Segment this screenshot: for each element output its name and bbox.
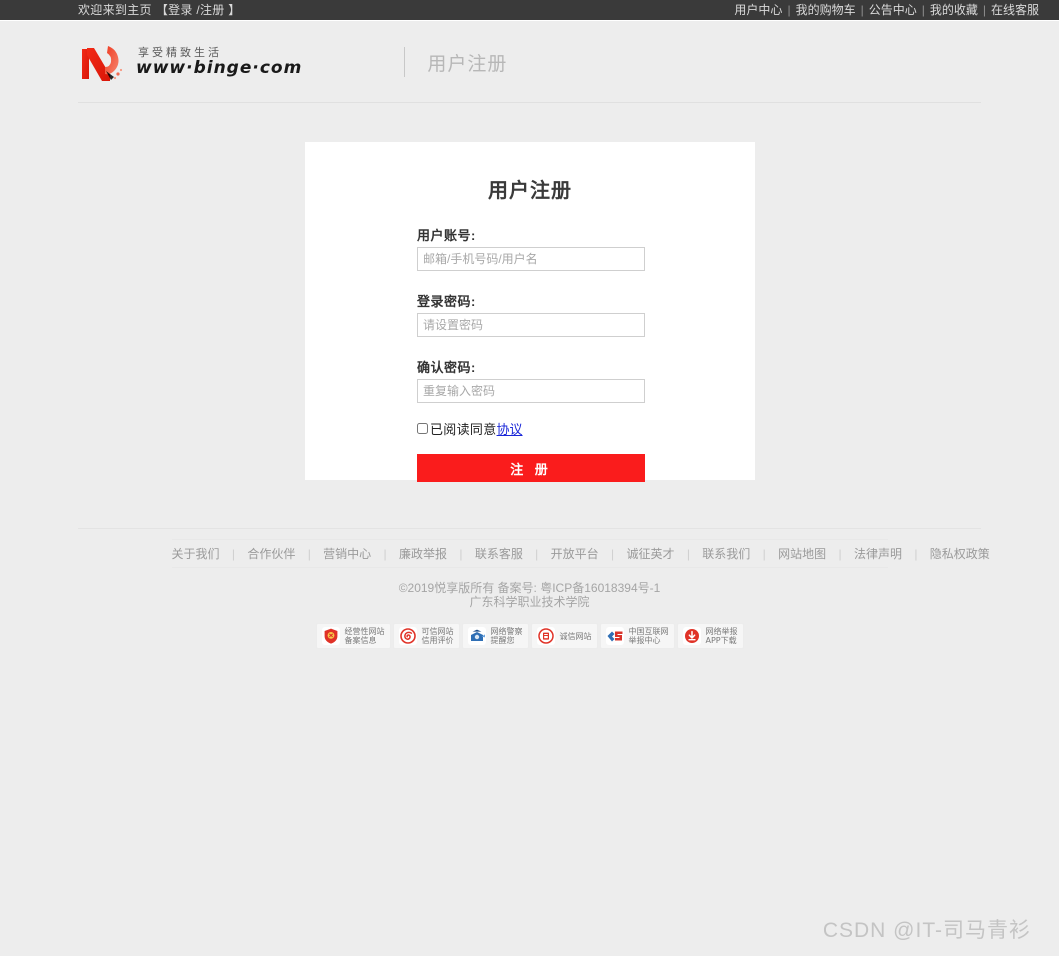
trusted-website-credit-icon [398, 627, 417, 645]
footer-separator: | [459, 547, 463, 561]
password-input[interactable] [417, 313, 645, 337]
footer-separator: | [231, 547, 235, 561]
badge-integrity-website[interactable]: 诚信网站 [530, 623, 598, 649]
register-submit-button[interactable]: 注 册 [417, 454, 645, 482]
copyright-line-1: ©2019悦享版所有 备案号: 粤ICP备16018394号-1 [398, 581, 661, 595]
copyright-line-2: 广东科学职业技术学院 [469, 595, 590, 609]
agreement-checkbox[interactable] [417, 423, 428, 434]
site-logo[interactable]: 享受精致生活 www·binge·com [78, 41, 302, 83]
site-header: 享受精致生活 www·binge·com 用户注册 [0, 21, 1059, 103]
field-password: 登录密码: [417, 291, 645, 337]
footer-top-rule [78, 528, 981, 529]
nav-separator: | [787, 2, 791, 17]
footer-separator: | [762, 547, 766, 561]
footer-link-sitemap[interactable]: 网站地图 [778, 547, 826, 561]
field-label-password: 登录密码: [417, 294, 476, 309]
footer-link-legal-notice[interactable]: 法律声明 [854, 547, 902, 561]
badge-china-internet-report-center[interactable]: 中国互联网 举报中心 [599, 623, 675, 649]
top-bar-welcome: 欢迎来到主页 【登录 /注册 】 [78, 0, 241, 21]
nav-separator: | [921, 2, 925, 17]
china-internet-report-center-icon [605, 627, 624, 645]
badge-label: 中国互联网 举报中心 [628, 627, 669, 645]
agreement-link[interactable]: 协议 [497, 419, 523, 438]
footer-separator: | [535, 547, 539, 561]
page-title: 用户注册 [427, 53, 508, 75]
agreement-row: 已阅读同意 协议 [417, 419, 643, 438]
nav-online-service[interactable]: 在线客服 [991, 0, 1039, 21]
badge-label: 经营性网站 备案信息 [344, 627, 385, 645]
footer-link-partners[interactable]: 合作伙伴 [247, 547, 295, 561]
footer-link-marketing-center[interactable]: 营销中心 [323, 547, 371, 561]
login-register-link[interactable]: 【登录 /注册 】 [156, 3, 241, 17]
binge-logo-mark-icon [78, 41, 126, 83]
footer-separator: | [838, 547, 842, 561]
site-footer: 关于我们 | 合作伙伴 | 营销中心 | 廉政举报 | 联系客服 | 开放平台 … [0, 528, 1059, 649]
footer-link-about-us[interactable]: 关于我们 [172, 547, 220, 561]
nav-separator: | [860, 2, 864, 17]
logo-tagline: 享受精致生活 [138, 46, 222, 59]
badge-cyber-police[interactable]: 网络警察 提醒您 [461, 623, 529, 649]
footer-separator: | [914, 547, 918, 561]
copyright-block: ©2019悦享版所有 备案号: 粤ICP备16018394号-1 广东科学职业技… [0, 581, 1059, 609]
top-bar: 欢迎来到主页 【登录 /注册 】 用户中心 | 我的购物车 | 公告中心 | 我的… [0, 0, 1059, 21]
top-bar-nav: 用户中心 | 我的购物车 | 公告中心 | 我的收藏 | 在线客服 [734, 0, 1039, 21]
footer-links: 关于我们 | 合作伙伴 | 营销中心 | 廉政举报 | 联系客服 | 开放平台 … [171, 539, 990, 568]
badge-label: 网络警察 提醒您 [490, 627, 523, 645]
footer-link-integrity-report[interactable]: 廉政举报 [399, 547, 447, 561]
header-bottom-rule [78, 102, 981, 103]
report-app-download-icon [682, 627, 701, 645]
integrity-website-icon [536, 627, 555, 645]
field-label-confirm-password: 确认密码: [417, 360, 476, 375]
footer-separator: | [686, 547, 690, 561]
footer-separator: | [611, 547, 615, 561]
logo-url: www·binge·com [136, 58, 303, 78]
field-spacer [417, 279, 643, 291]
nav-my-cart[interactable]: 我的购物车 [796, 0, 856, 21]
certification-badges: 经营性网站 备案信息 可信网站 信用评价 网络警察 提醒您 诚信网站 中国互联网… [0, 623, 1059, 649]
register-card: 用户注册 用户账号: 登录密码: 确认密码: 已阅读同意协议 注 册 [305, 142, 755, 482]
footer-link-customer-service[interactable]: 联系客服 [475, 547, 523, 561]
business-website-filing-icon [321, 627, 340, 645]
footer-link-careers[interactable]: 诚征英才 [626, 547, 674, 561]
welcome-text: 欢迎来到主页 [78, 2, 152, 17]
csdn-watermark: CSDN @IT-司马青衫 [822, 919, 1031, 942]
footer-link-open-platform[interactable]: 开放平台 [551, 547, 599, 561]
field-account: 用户账号: [417, 225, 645, 271]
footer-separator: | [307, 547, 311, 561]
nav-user-center[interactable]: 用户中心 [734, 0, 782, 21]
footer-link-contact-us[interactable]: 联系我们 [702, 547, 750, 561]
badge-label: 可信网站 信用评价 [421, 627, 454, 645]
logo-text-block: 享受精致生活 www·binge·com [136, 47, 302, 77]
cyber-police-icon [467, 627, 486, 645]
footer-link-privacy-policy[interactable]: 隐私权政策 [930, 547, 990, 561]
nav-announcement-center[interactable]: 公告中心 [869, 0, 917, 21]
agreement-text: 已阅读同意 [430, 422, 497, 437]
account-input[interactable] [417, 247, 645, 271]
footer-separator: | [383, 547, 387, 561]
badge-business-website-filing[interactable]: 经营性网站 备案信息 [315, 623, 391, 649]
field-label-account: 用户账号: [417, 228, 476, 243]
badge-trusted-website-credit[interactable]: 可信网站 信用评价 [392, 623, 460, 649]
badge-label: 网络举报 APP下载 [705, 627, 738, 645]
confirm-password-input[interactable] [417, 379, 645, 403]
register-title: 用户注册 [488, 180, 572, 202]
field-confirm-password: 确认密码: [417, 357, 645, 403]
badge-label: 诚信网站 [559, 631, 592, 641]
register-form: 用户账号: 登录密码: 确认密码: 已阅读同意协议 注 册 [305, 203, 755, 482]
nav-separator: | [982, 2, 986, 17]
nav-my-favorites[interactable]: 我的收藏 [930, 0, 978, 21]
badge-report-app-download[interactable]: 网络举报 APP下载 [676, 623, 744, 649]
header-divider [404, 47, 406, 77]
field-spacer [417, 345, 643, 357]
